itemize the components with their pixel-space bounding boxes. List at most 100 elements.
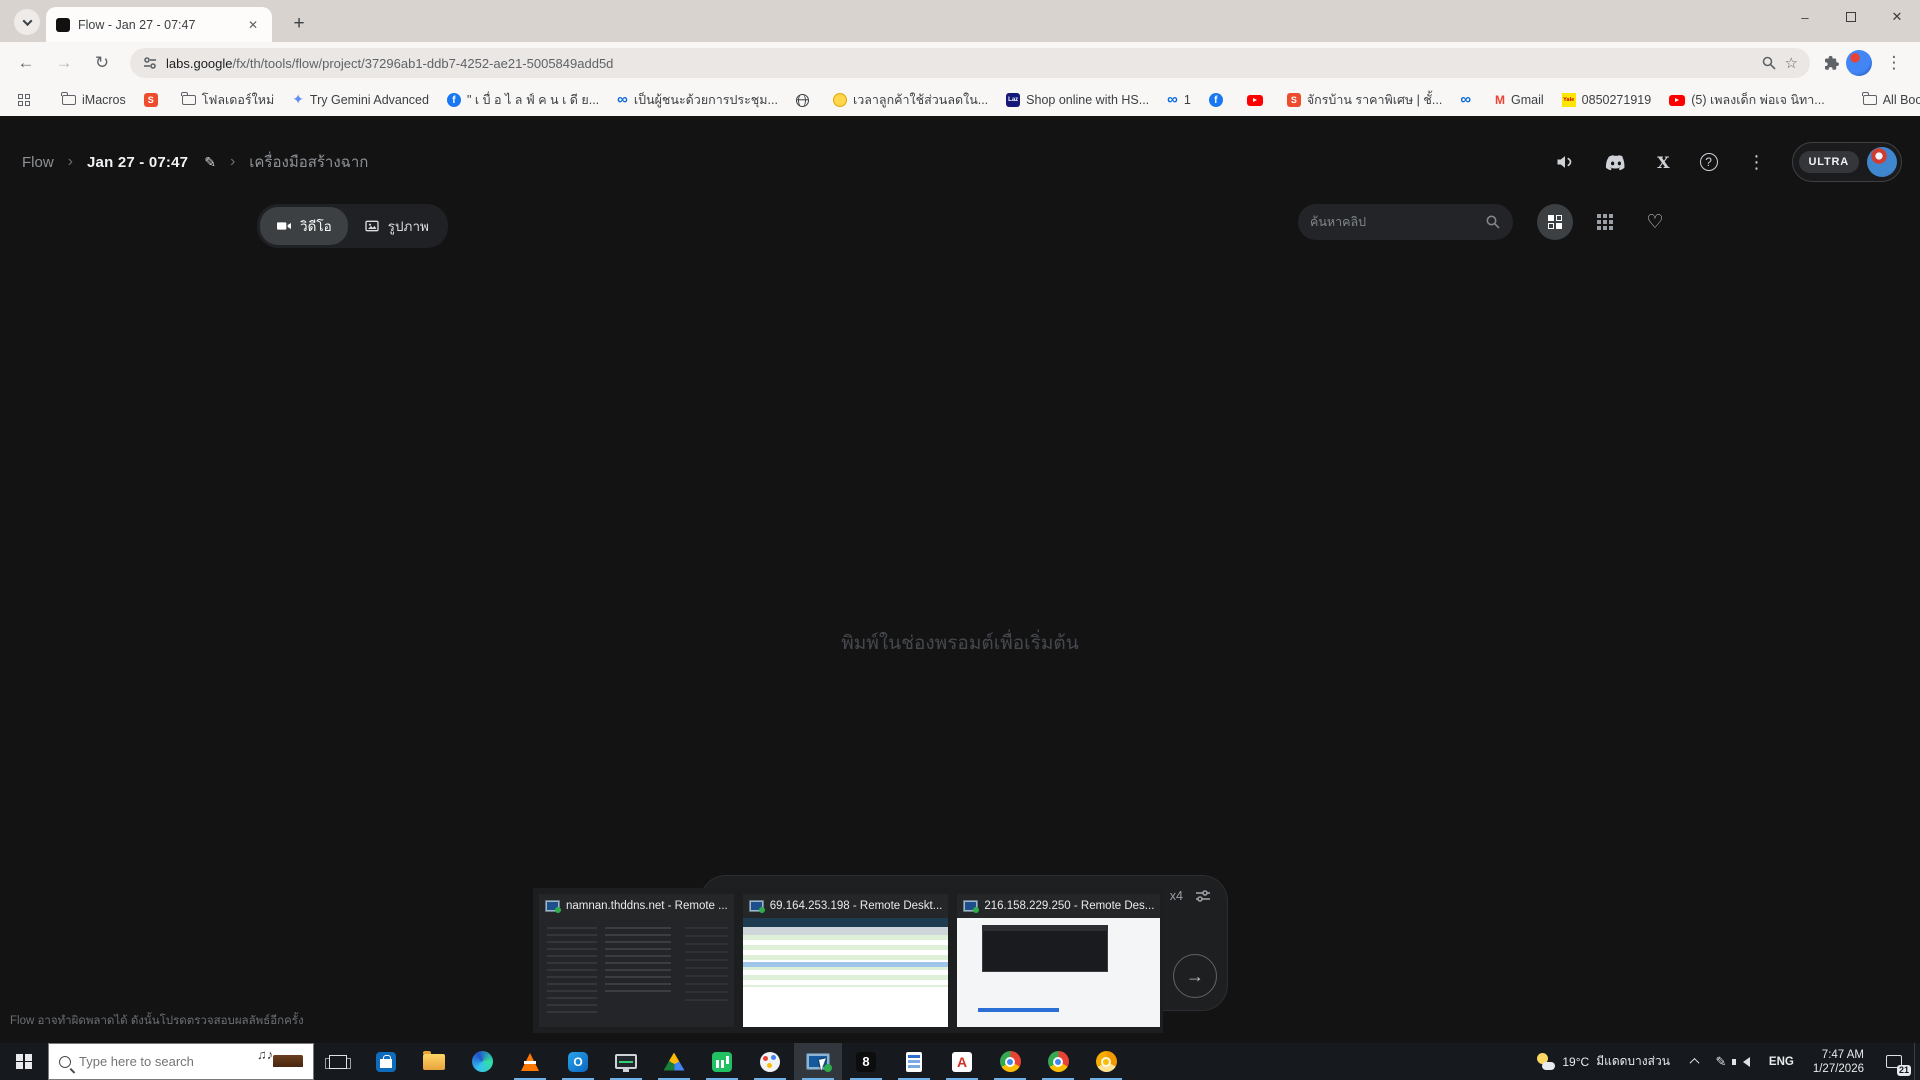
taskbar-chrome-button[interactable] [986,1043,1034,1080]
all-bookmarks-button[interactable]: All Bookmarks [1857,90,1920,110]
task-view-button[interactable] [314,1043,362,1080]
bookmark-lazada[interactable]: Shop online with HS... [1000,90,1155,110]
bookmark-star-icon[interactable]: ☆ [1785,54,1798,72]
browser-profile-avatar[interactable] [1846,50,1872,76]
lens-icon[interactable] [1761,55,1777,71]
bookmark-gemini[interactable]: Try Gemini Advanced [286,88,435,112]
tab-close-icon[interactable]: ✕ [244,16,262,34]
taskbar-vlc-button[interactable] [506,1043,554,1080]
preview-window-namnan[interactable]: namnan.thddns.net - Remote ... [539,894,734,1027]
preview-title: 216.158.229.250 - Remote Des... [984,900,1154,912]
x-twitter-icon[interactable] [1657,153,1669,172]
tune-sliders-icon[interactable] [1195,888,1211,904]
taskbar-red-a-app-button[interactable] [938,1043,986,1080]
bookmark-label: (5) เพลงเด็ก พ่อเจ นิทา... [1691,90,1825,110]
windows-ink-icon[interactable] [1708,1043,1734,1080]
extensions-icon[interactable] [1822,54,1840,72]
edit-pencil-icon[interactable]: ✎ [204,154,216,171]
tab-search-button[interactable] [14,9,40,35]
taskbar-google-drive-button[interactable] [650,1043,698,1080]
taskbar-file-explorer-button[interactable] [410,1043,458,1080]
browser-tab[interactable]: Flow - Jan 27 - 07:47 ✕ [46,7,272,42]
output-multiplier[interactable]: x4 [1170,889,1183,903]
taskbar-chrome-canary-button[interactable] [1082,1043,1130,1080]
bookmark-new-folder[interactable]: โฟลเดอร์ใหม่ [176,87,280,113]
help-icon[interactable] [1700,153,1718,171]
bookmark-youtube[interactable] [1241,92,1275,109]
breadcrumb-project-title[interactable]: Jan 27 - 07:47 [87,154,188,171]
system-monitor-icon [615,1054,637,1069]
forward-button[interactable]: → [48,47,80,79]
taskbar-chrome-2-button[interactable] [1034,1043,1082,1080]
bookmark-yale[interactable]: 0850271919 [1556,90,1658,110]
bookmark-shopee[interactable] [138,90,170,110]
preview-window-216-158-229-250[interactable]: 216.158.229.250 - Remote Des... [957,894,1160,1027]
bookmark-gmail[interactable]: Gmail [1489,90,1550,110]
taskbar-edge-button[interactable] [458,1043,506,1080]
bookmark-facebook[interactable] [1203,90,1235,110]
submit-arrow-button[interactable] [1173,954,1217,998]
bookmark-facebook-live[interactable]: " เ บื่ อ ไ ล ฟ์ ค น เ ดี ย... [441,87,605,113]
taskbar-system-monitor-button[interactable] [602,1043,650,1080]
bookmark-youtube-song[interactable]: (5) เพลงเด็ก พ่อเจ นิทา... [1663,87,1831,113]
speaker-icon[interactable] [1555,152,1575,172]
grid-3x3-view-button[interactable] [1587,204,1623,240]
breadcrumb-scene-tool: เครื่องมือสร้างฉาก [249,150,368,174]
volume-icon[interactable] [1734,1043,1760,1080]
url-bar[interactable]: labs.google/fx/th/tools/flow/project/372… [130,48,1810,78]
apps-grid-button[interactable] [12,91,36,109]
preview-thumbnail[interactable] [539,918,734,1027]
taskbar-store-button[interactable] [362,1043,410,1080]
bookmark-globe[interactable] [790,91,821,110]
preview-thumbnail[interactable] [743,918,949,1027]
breadcrumb-flow[interactable]: Flow [22,154,54,171]
preview-thumbnail[interactable] [957,918,1160,1027]
maximize-button[interactable] [1828,0,1874,34]
taskbar-paint-button[interactable] [746,1043,794,1080]
taskbar-clock[interactable]: 7:47 AM 1/27/2026 [1803,1048,1874,1076]
show-desktop-button[interactable] [1914,1043,1920,1080]
bookmark-smiley[interactable]: เวลาลูกค้าใช้ส่วนลดใน... [827,87,994,113]
tab-video-label: วิดีโอ [300,215,332,237]
minimize-button[interactable]: – [1782,0,1828,34]
reload-button[interactable]: ↻ [86,47,118,79]
bookmark-meta-1[interactable]: 1 [1161,88,1197,112]
account-pill[interactable]: ULTRA [1792,142,1902,182]
taskbar-outlook-button[interactable] [554,1043,602,1080]
favorites-heart-button[interactable] [1637,204,1673,240]
folder-icon [62,95,76,105]
taskbar-green-chart-app-button[interactable] [698,1043,746,1080]
bookmark-meta[interactable]: เป็นผู้ชนะด้วยการประชุม... [611,87,784,113]
facebook-icon [447,93,461,107]
bookmark-meta-2[interactable] [1454,88,1483,112]
yale-icon [1562,93,1576,107]
site-settings-icon[interactable] [142,55,158,71]
clock-date: 1/27/2026 [1813,1062,1864,1076]
tab-video[interactable]: วิดีโอ [260,207,348,245]
kebab-menu-icon[interactable] [1748,152,1766,173]
bookmark-imacros[interactable]: iMacros [56,90,132,110]
search-highlight-piano-art[interactable] [257,1047,303,1077]
image-icon [364,218,380,234]
preview-window-69-164-253-198[interactable]: 69.164.253.198 - Remote Deskt... [743,894,949,1027]
hidden-icons-button[interactable] [1682,1043,1708,1080]
back-button[interactable]: ← [10,47,42,79]
taskbar-search-box[interactable] [48,1043,314,1080]
taskbar-blue-document-app-button[interactable] [890,1043,938,1080]
tab-image[interactable]: รูปภาพ [348,207,445,245]
start-button[interactable] [0,1043,48,1080]
new-tab-button[interactable]: + [286,11,312,37]
language-indicator[interactable]: ENG [1760,1056,1803,1068]
user-avatar[interactable] [1867,147,1897,177]
browser-menu-icon[interactable]: ⋮ [1878,47,1910,79]
taskbar-remote-desktop-button[interactable] [794,1043,842,1080]
weather-widget[interactable]: 19°C มีแดดบางส่วน [1525,1043,1682,1080]
clip-search-input[interactable]: ค้นหาคลิป [1298,204,1513,240]
taskbar-search-input[interactable] [79,1054,219,1069]
bookmark-shopee-bike[interactable]: จักรบ้าน ราคาพิเศษ | ชั้... [1281,87,1448,113]
taskbar-black-8-app-button[interactable] [842,1043,890,1080]
close-button[interactable]: ✕ [1874,0,1920,34]
grid-2x2-view-button[interactable] [1537,204,1573,240]
discord-icon[interactable] [1605,154,1627,171]
action-center-button[interactable]: 21 [1874,1043,1914,1080]
